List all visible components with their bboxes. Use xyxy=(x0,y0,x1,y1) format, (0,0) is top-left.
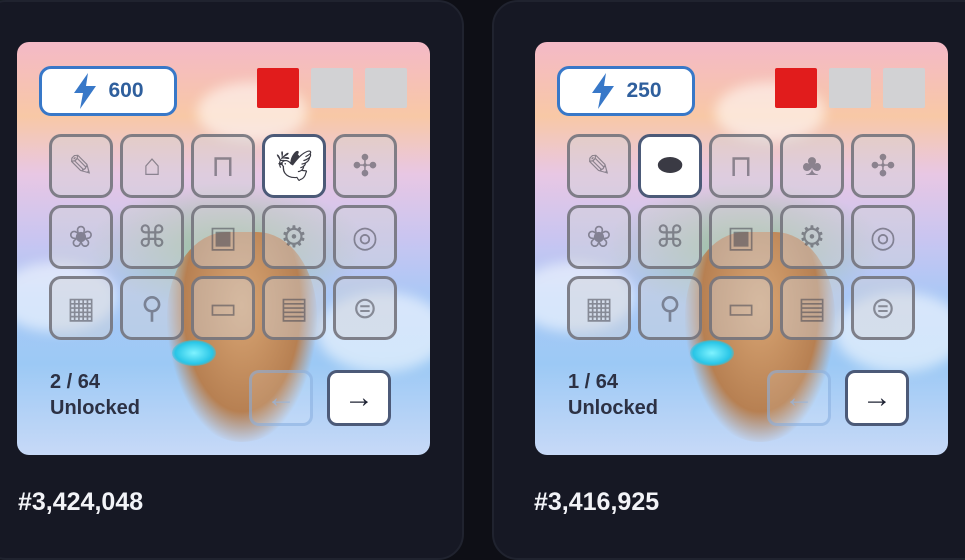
lightning-icon xyxy=(592,73,615,109)
chest-icon[interactable]: ▣ xyxy=(191,205,255,269)
color-swatches xyxy=(257,68,407,108)
swing-icon[interactable]: ⚲ xyxy=(638,276,702,340)
swatch-gray xyxy=(311,68,353,108)
village-icon[interactable]: ⌂ xyxy=(120,134,184,198)
glowing-orb xyxy=(690,340,734,366)
swatch-gray xyxy=(365,68,407,108)
energy-value: 250 xyxy=(626,79,662,102)
plant-icon[interactable]: ❀ xyxy=(567,205,631,269)
prev-button[interactable]: ← xyxy=(249,370,313,426)
island-artwork: 250 ✎ ⬬ ⊓ ♣ ✣ ❀ ⌘ ▣ ⚙ ◎ ▦ ⚲ ▭ ▤ ⊜ 1 / 64 Unlocked ← → xyxy=(535,42,948,455)
lightning-icon xyxy=(74,73,97,109)
nft-card[interactable]: 600 ✎ ⌂ ⊓ 🕊 ✣ ❀ ⌘ ▣ ⚙ ◎ ▦ ⚲ ▭ ▤ ⊜ 2 / 64 Unlocked ← → … xyxy=(0,0,464,560)
pot-icon[interactable]: ◎ xyxy=(333,205,397,269)
board-icon[interactable]: ▤ xyxy=(262,276,326,340)
trampoline-icon[interactable]: ⊜ xyxy=(851,276,915,340)
unlocked-count: 2 / 64 xyxy=(50,371,101,393)
energy-value: 600 xyxy=(108,79,144,102)
swatch-red xyxy=(775,68,817,108)
glowing-orb xyxy=(172,340,216,366)
rank-number: #3,416,925 xyxy=(534,488,660,516)
bench-icon[interactable]: ⊓ xyxy=(709,134,773,198)
sketch-icon[interactable]: ✎ xyxy=(49,134,113,198)
planter-icon[interactable]: ▭ xyxy=(191,276,255,340)
sketch-icon[interactable]: ✎ xyxy=(567,134,631,198)
nft-card[interactable]: 250 ✎ ⬬ ⊓ ♣ ✣ ❀ ⌘ ▣ ⚙ ◎ ▦ ⚲ ▭ ▤ ⊜ 1 / 64 Unlocked ← → … xyxy=(492,0,965,560)
unlocked-label: Unlocked xyxy=(50,397,141,419)
plant-icon[interactable]: ❀ xyxy=(49,205,113,269)
prev-button[interactable]: ← xyxy=(767,370,831,426)
unlock-counter: 2 / 64 Unlocked xyxy=(50,370,140,422)
trampoline-icon[interactable]: ⊜ xyxy=(333,276,397,340)
swatch-gray xyxy=(883,68,925,108)
energy-badge: 600 xyxy=(39,66,177,116)
item-grid: ✎ ⌂ ⊓ 🕊 ✣ ❀ ⌘ ▣ ⚙ ◎ ▦ ⚲ ▭ ▤ ⊜ xyxy=(49,134,397,340)
item-grid: ✎ ⬬ ⊓ ♣ ✣ ❀ ⌘ ▣ ⚙ ◎ ▦ ⚲ ▭ ▤ ⊜ xyxy=(567,134,915,340)
planter-icon[interactable]: ▭ xyxy=(709,276,773,340)
energy-badge: 250 xyxy=(557,66,695,116)
gate-icon[interactable]: ⌘ xyxy=(638,205,702,269)
pot-icon[interactable]: ◎ xyxy=(851,205,915,269)
board-icon[interactable]: ▤ xyxy=(780,276,844,340)
unlocked-label: Unlocked xyxy=(568,397,659,419)
crate-icon[interactable]: ▦ xyxy=(49,276,113,340)
chest-icon[interactable]: ▣ xyxy=(709,205,773,269)
swatch-red xyxy=(257,68,299,108)
gate-icon[interactable]: ⌘ xyxy=(120,205,184,269)
island-artwork: 600 ✎ ⌂ ⊓ 🕊 ✣ ❀ ⌘ ▣ ⚙ ◎ ▦ ⚲ ▭ ▤ ⊜ 2 / 64 Unlocked ← → xyxy=(17,42,430,455)
machine-icon[interactable]: ⚙ xyxy=(262,205,326,269)
bench-icon[interactable]: ⊓ xyxy=(191,134,255,198)
crate-icon[interactable]: ▦ xyxy=(567,276,631,340)
swatch-gray xyxy=(829,68,871,108)
next-button[interactable]: → xyxy=(845,370,909,426)
color-swatches xyxy=(775,68,925,108)
machine-icon[interactable]: ⚙ xyxy=(780,205,844,269)
next-button[interactable]: → xyxy=(327,370,391,426)
windmill-icon[interactable]: ✣ xyxy=(333,134,397,198)
platform-icon[interactable]: ⬬ xyxy=(638,134,702,198)
unlocked-count: 1 / 64 xyxy=(568,371,619,393)
unlock-counter: 1 / 64 Unlocked xyxy=(568,370,658,422)
tree-icon[interactable]: ♣ xyxy=(780,134,844,198)
rank-number: #3,424,048 xyxy=(18,488,144,516)
swing-icon[interactable]: ⚲ xyxy=(120,276,184,340)
pigeon-icon[interactable]: 🕊 xyxy=(262,134,326,198)
windmill-icon[interactable]: ✣ xyxy=(851,134,915,198)
